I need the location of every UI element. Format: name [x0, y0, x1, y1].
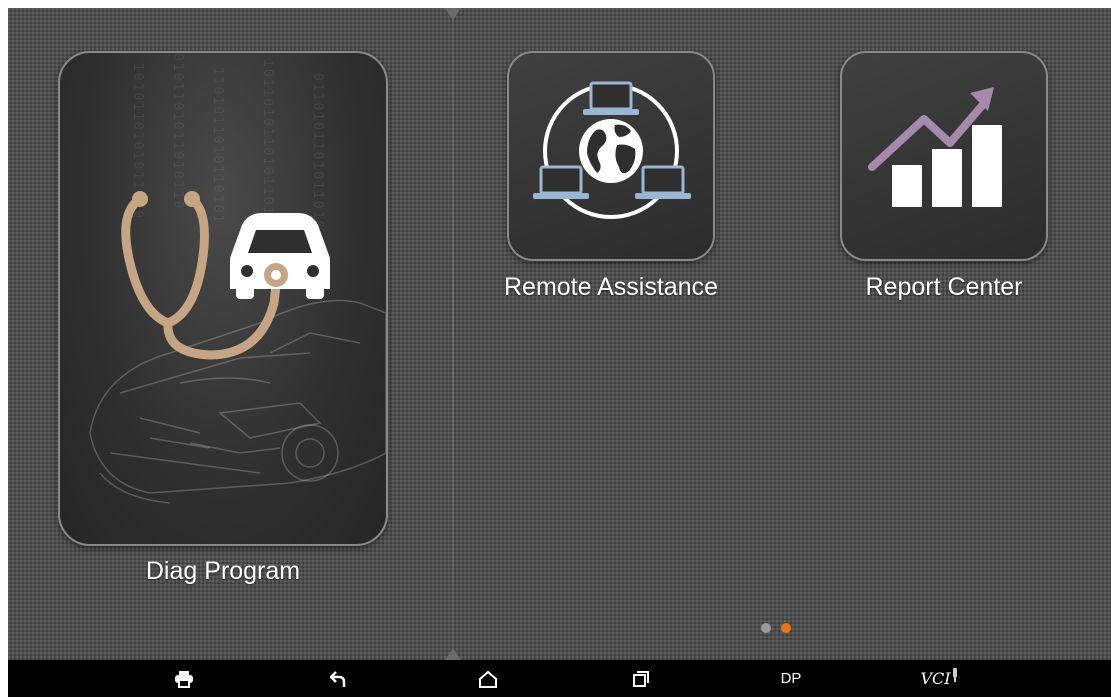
vci-status-icon — [952, 667, 957, 682]
network-globe-icon — [533, 81, 691, 219]
print-button[interactable] — [161, 660, 207, 697]
dp-label: DP — [780, 670, 802, 687]
report-center-label[interactable]: Report Center — [806, 273, 1082, 302]
remote-assistance-tile[interactable] — [507, 51, 715, 261]
back-icon — [330, 670, 346, 687]
recent-apps-icon — [633, 670, 649, 687]
laptop-icon-right — [635, 165, 691, 199]
home-button[interactable] — [465, 660, 511, 697]
back-button[interactable] — [315, 660, 361, 697]
laptop-icon-left — [533, 165, 589, 199]
laptop-icon-top — [583, 81, 639, 115]
diag-program-label[interactable]: Diag Program — [58, 557, 388, 586]
divider-top-marker — [445, 8, 461, 20]
recent-apps-button[interactable] — [618, 660, 664, 697]
dp-button[interactable]: DP — [768, 660, 814, 697]
page-indicator-dot-active[interactable] — [781, 623, 791, 633]
stethoscope-car-icon — [89, 191, 386, 504]
panel-divider — [452, 8, 454, 660]
home-icon — [479, 670, 497, 688]
divider-bottom-marker — [445, 648, 461, 660]
remote-assistance-label[interactable]: Remote Assistance — [472, 273, 750, 302]
vci-label: VCI — [920, 669, 951, 688]
vci-status-button[interactable]: VCI — [916, 660, 962, 697]
growth-chart-icon — [868, 87, 1002, 207]
report-center-tile[interactable] — [840, 51, 1048, 261]
print-icon — [175, 670, 193, 688]
diag-program-tile[interactable]: 1010110101011010 0101101011010110 110101… — [58, 51, 388, 546]
page-indicator-dot[interactable] — [761, 623, 771, 633]
car-sketch-illustration — [89, 299, 386, 504]
system-navigation-bar: DP VCI — [8, 660, 1111, 697]
